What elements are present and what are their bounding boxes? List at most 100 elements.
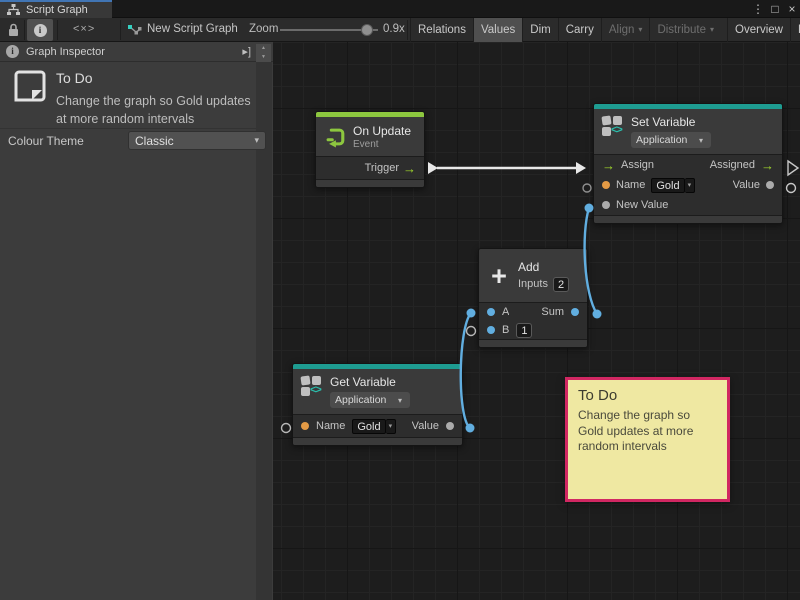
colour-theme-dropdown[interactable]: Classic ▾ (128, 131, 266, 150)
node-on-update[interactable]: On Update Event Trigger → (315, 111, 425, 188)
flow-output-port[interactable]: → (761, 159, 774, 172)
node-title: Set Variable (631, 115, 711, 129)
add-b-outer-port[interactable] (467, 327, 476, 336)
full-screen-button[interactable]: Full Screen (790, 18, 800, 42)
sticky-note-icon (14, 70, 46, 104)
node-add[interactable]: + Add Inputs 2 A Sum B 1 (478, 248, 588, 348)
chevron-down-icon: ▾ (398, 396, 402, 405)
variable-name-dropdown[interactable]: Gold ▾ (651, 178, 695, 193)
value-output-port[interactable] (446, 422, 454, 430)
variable-kind-dropdown[interactable]: Application ▾ (330, 392, 410, 408)
window-menu-icon[interactable]: ⋮ (751, 1, 765, 17)
info-icon: i (34, 24, 47, 37)
inspector-header: i Graph Inspector ▸] (0, 42, 273, 62)
chevron-down-icon: ▾ (699, 136, 703, 145)
graph-title[interactable]: New Script Graph (147, 23, 238, 35)
panel-dock-icon[interactable]: ▸] (242, 45, 251, 58)
code-view-icon[interactable]: <×> (73, 23, 95, 35)
toolbar-separator (120, 20, 121, 40)
node-set-variable[interactable]: <> Set Variable Application ▾ → Assign A… (593, 103, 783, 224)
scroll-down-button[interactable]: ▼ (256, 53, 271, 62)
get-variable-name-outer-port[interactable] (282, 424, 291, 433)
update-loop-icon (324, 126, 346, 148)
chevron-down-icon: ▾ (386, 419, 397, 434)
title-bar: Script Graph ⋮ □ × (0, 0, 800, 18)
inspector-toggle-button[interactable]: i (27, 19, 53, 41)
chevron-down-icon: ▾ (638, 18, 642, 42)
zoom-slider-handle[interactable] (361, 24, 373, 36)
name-input-port[interactable] (602, 181, 610, 189)
variable-icon: <> (301, 375, 323, 397)
chevron-down-icon: ▾ (710, 18, 714, 42)
variable-name-dropdown[interactable]: Gold ▾ (352, 419, 396, 434)
node-subtitle: Event (353, 139, 411, 150)
zoom-label: Zoom (249, 23, 278, 35)
port-assigned-label: Assigned (708, 159, 755, 171)
b-value-field[interactable]: 1 (516, 323, 532, 338)
port-name-label: Name (616, 179, 645, 191)
close-icon[interactable]: × (785, 1, 799, 17)
node-footer (316, 179, 424, 187)
port-assign-label: Assign (621, 159, 661, 171)
node-title: Add (518, 260, 569, 274)
toolbar-separator (24, 20, 25, 40)
wire-endpoint (466, 424, 475, 433)
node-title: On Update (353, 124, 411, 138)
chevron-down-icon: ▾ (254, 135, 259, 146)
set-variable-value-outer-port[interactable] (787, 184, 796, 193)
lock-icon[interactable] (8, 23, 19, 37)
wire-endpoint (467, 309, 476, 318)
inspector-note-title: To Do (56, 70, 93, 86)
script-graph-asset-icon (128, 24, 142, 37)
sticky-note-to-do[interactable]: To Do Change the graph so Gold updates a… (565, 377, 730, 502)
maximize-icon[interactable]: □ (768, 1, 782, 17)
wire-endpoint (593, 310, 602, 319)
zoom-value: 0.9x (383, 23, 405, 35)
set-variable-assigned-outer-port[interactable] (788, 161, 798, 175)
port-a-label: A (502, 306, 509, 318)
a-input-port[interactable] (487, 308, 495, 316)
value-output-port[interactable] (766, 181, 774, 189)
port-value-label: Value (733, 179, 760, 191)
node-footer (479, 339, 587, 347)
port-sum-label: Sum (541, 306, 564, 318)
flow-input-port[interactable]: → (602, 159, 615, 172)
overview-button[interactable]: Overview (727, 18, 790, 42)
align-dropdown[interactable]: Align▾ (601, 18, 650, 42)
toolbar-buttons: Relations Values Dim Carry Align▾ Distri… (410, 18, 800, 42)
carry-button[interactable]: Carry (558, 18, 601, 42)
flow-wire-end-arrow (576, 162, 586, 174)
sticky-note-body: Change the graph so Gold updates at more… (578, 408, 717, 455)
scroll-up-button[interactable]: ▲ (256, 44, 271, 53)
values-button[interactable]: Values (473, 18, 522, 42)
sum-output-port[interactable] (571, 308, 579, 316)
variable-icon: <> (602, 115, 624, 137)
port-new-value-label: New Value (616, 199, 668, 211)
toolbar-separator (57, 20, 58, 40)
node-get-variable[interactable]: <> Get Variable Application ▾ Name Gold … (292, 363, 463, 446)
variable-kind-dropdown[interactable]: Application ▾ (631, 132, 711, 148)
info-icon: i (6, 45, 19, 58)
divider (0, 128, 256, 129)
graph-canvas[interactable]: On Update Event Trigger → <> Set Variabl… (273, 42, 800, 600)
distribute-dropdown[interactable]: Distribute▾ (649, 18, 721, 42)
sticky-note-title: To Do (578, 387, 717, 404)
flow-output-port[interactable]: → (403, 162, 416, 175)
name-input-port[interactable] (301, 422, 309, 430)
unity-visual-scripting-window: Script Graph ⋮ □ × i <×> New Script Grap… (0, 0, 800, 600)
colour-theme-label: Colour Theme (8, 134, 84, 148)
node-footer (594, 215, 782, 223)
new-value-input-port[interactable] (602, 201, 610, 209)
tab-script-graph[interactable]: Script Graph (0, 0, 112, 18)
add-icon: + (487, 265, 511, 287)
inputs-count-field[interactable]: 2 (553, 277, 569, 292)
relations-button[interactable]: Relations (410, 18, 473, 42)
node-title: Get Variable (330, 375, 410, 389)
dim-button[interactable]: Dim (522, 18, 557, 42)
port-name-label: Name (316, 420, 345, 432)
graph-icon (7, 4, 20, 16)
b-input-port[interactable] (487, 326, 495, 334)
flow-wire-start-arrow[interactable] (428, 162, 438, 174)
colour-theme-value: Classic (135, 134, 174, 148)
set-variable-name-outer-port[interactable] (583, 184, 591, 192)
